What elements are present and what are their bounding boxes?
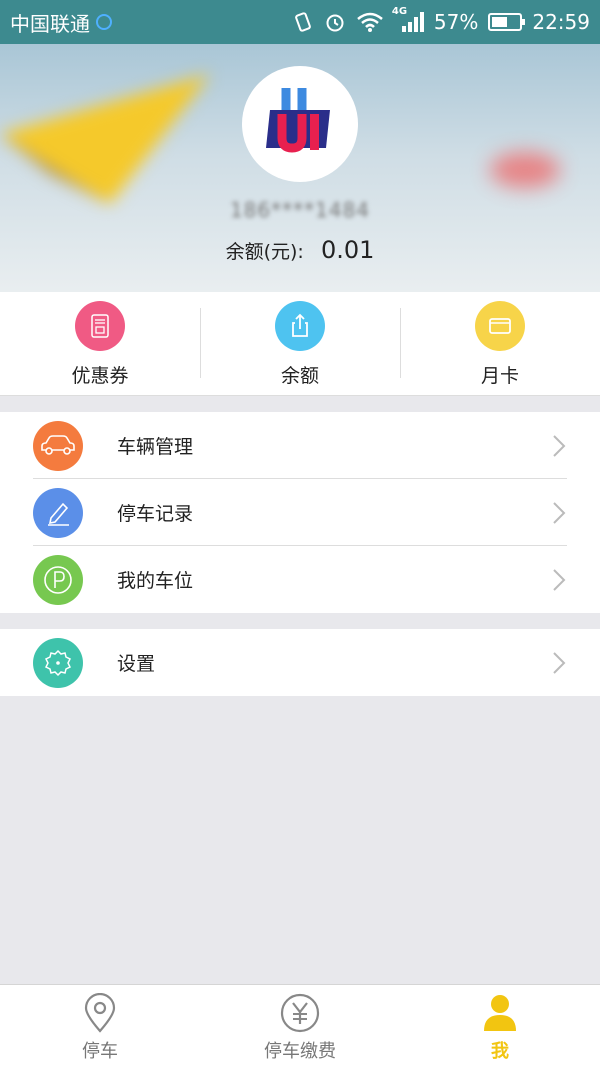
user-icon (484, 995, 516, 1031)
menu-label-vehicle-management: 车辆管理 (117, 436, 194, 458)
card-icon (475, 301, 525, 351)
balance-label-quick: 余额 (280, 365, 319, 387)
yen-icon (280, 993, 320, 1033)
car-icon (33, 420, 83, 471)
clock-time: 22:59 (532, 10, 590, 34)
share-icon (275, 301, 325, 351)
chevron-right-icon (553, 651, 566, 674)
tab-label-me: 我 (491, 1041, 509, 1062)
location-pin-icon (84, 993, 116, 1033)
menu-item-settings[interactable]: 设置 (0, 629, 600, 696)
tab-me[interactable]: 我 (400, 985, 600, 1067)
vibrate-icon (295, 12, 311, 32)
tab-label-parking-payment: 停车缴费 (264, 1041, 336, 1062)
menu-item-parking-records[interactable]: 停车记录 (0, 479, 600, 546)
balance-display: 余额(元): 0.01 (0, 236, 600, 264)
wifi-icon (357, 12, 383, 32)
battery-percent: 57% (433, 10, 479, 34)
profile-header: 186****1484 余额(元): 0.01 (0, 44, 600, 292)
tab-parking[interactable]: 停车 (0, 985, 200, 1067)
status-bar: 中国联通 4G 57% 22:59 (0, 0, 600, 44)
chevron-right-icon (553, 568, 566, 591)
menu-item-my-parking-space[interactable]: 我的车位 (0, 546, 600, 613)
menu-item-vehicle-management[interactable]: 车辆管理 (0, 412, 600, 479)
coupon-label: 优惠券 (71, 365, 129, 387)
gear-icon (33, 637, 83, 688)
tab-parking-payment[interactable]: 停车缴费 (200, 985, 400, 1067)
signal-bars-icon (401, 12, 424, 32)
carrier-name: 中国联通 (10, 11, 90, 36)
quick-actions: 优惠券 余额 月卡 (0, 292, 600, 396)
balance-value: 0.01 (320, 236, 375, 264)
paper-plane-background (0, 74, 210, 204)
battery-fill (492, 17, 508, 27)
phone-number: 186****1484 (229, 198, 371, 222)
coupon-button[interactable]: 优惠券 (0, 292, 200, 395)
avatar[interactable] (242, 66, 358, 182)
menu-group-vehicle: 车辆管理 停车记录 我的车位 (0, 412, 600, 613)
pencil-icon (33, 487, 83, 538)
menu-label-parking-records: 停车记录 (117, 503, 194, 525)
parking-icon (33, 554, 83, 605)
background-blur-decoration (490, 152, 560, 188)
battery-icon (488, 13, 526, 31)
signal-4g: 4G (392, 6, 424, 34)
monthly-card-label: 月卡 (480, 365, 519, 387)
chevron-right-icon (553, 434, 566, 457)
monthly-card-button[interactable]: 月卡 (400, 292, 600, 395)
menu-label-my-parking-space: 我的车位 (117, 570, 194, 592)
bottom-tab-bar: 停车 停车缴费 我 (0, 984, 600, 1067)
menu-label-settings: 设置 (117, 653, 156, 675)
chevron-right-icon (553, 501, 566, 524)
balance-button[interactable]: 余额 (200, 292, 400, 395)
alarm-icon (326, 14, 344, 32)
status-icons: 4G 57% 22:59 (292, 6, 590, 34)
menu-group-settings: 设置 (0, 629, 600, 696)
balance-label: 余额(元): (225, 241, 304, 263)
coupon-icon (75, 301, 125, 351)
tab-label-parking: 停车 (82, 1041, 118, 1062)
ui-logo-icon (266, 88, 330, 153)
hd-call-icon (96, 14, 112, 30)
